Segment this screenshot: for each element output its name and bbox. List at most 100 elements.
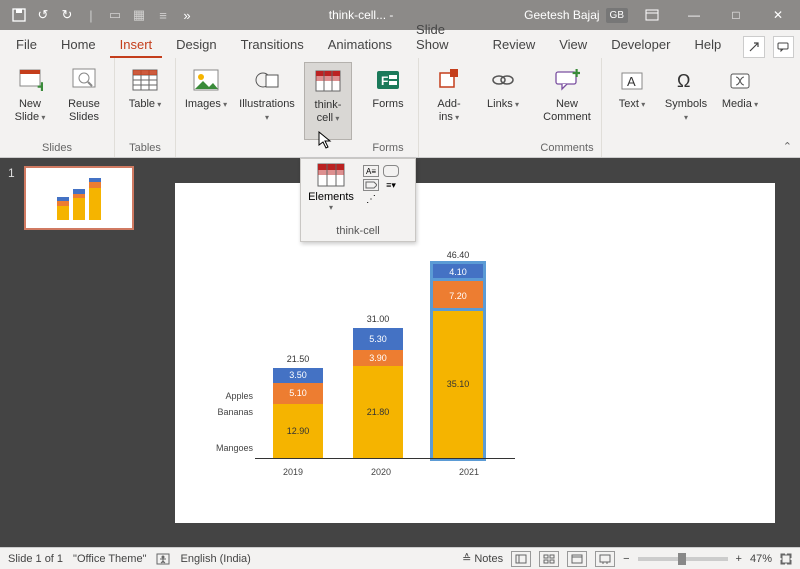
text-icon: A bbox=[616, 64, 648, 96]
cat-2021: 2021 bbox=[425, 467, 513, 477]
seg-2021-apple[interactable]: 4.10 bbox=[433, 264, 483, 281]
slide-editor[interactable]: Apples Bananas Mangoes 12.90 5.10 3.50 2… bbox=[150, 158, 800, 547]
table-label: Table bbox=[129, 98, 162, 111]
view-slideshow[interactable] bbox=[595, 551, 615, 567]
zoom-slider[interactable] bbox=[638, 557, 728, 561]
forms-button[interactable]: F Forms bbox=[364, 62, 412, 140]
new-comment-label: New Comment bbox=[543, 98, 591, 123]
svg-text:✚: ✚ bbox=[37, 80, 43, 93]
qat-btn-1[interactable]: ▭ bbox=[104, 4, 126, 26]
user-badge[interactable]: GB bbox=[606, 8, 628, 23]
illustrations-label: Illustrations bbox=[238, 98, 296, 123]
thinkcell-panel-title: think-cell bbox=[336, 225, 379, 239]
table-button[interactable]: Table bbox=[121, 62, 169, 140]
svg-text:Ω: Ω bbox=[677, 71, 690, 91]
group-forms: F Forms Forms bbox=[358, 58, 419, 157]
qat-more[interactable]: » bbox=[176, 4, 198, 26]
total-2019: 21.50 bbox=[273, 354, 323, 364]
seg-2021-mango[interactable]: 35.10 bbox=[433, 311, 483, 458]
slide-canvas[interactable]: Apples Bananas Mangoes 12.90 5.10 3.50 2… bbox=[175, 183, 775, 523]
collapse-ribbon[interactable]: ⌃ bbox=[783, 140, 792, 153]
tab-animations[interactable]: Animations bbox=[318, 32, 402, 58]
undo-button[interactable]: ↺ bbox=[32, 4, 54, 26]
tab-transitions[interactable]: Transitions bbox=[231, 32, 314, 58]
bar-2020[interactable]: 21.80 3.90 5.30 31.00 bbox=[353, 328, 403, 458]
group-comments-label: Comments bbox=[540, 140, 593, 155]
group-illus: Images Illustrations think- cell bbox=[176, 58, 358, 157]
slide-thumbnail-1[interactable] bbox=[24, 166, 134, 230]
seg-2019-banana[interactable]: 5.10 bbox=[273, 383, 323, 404]
seg-2021-banana[interactable]: 7.20 bbox=[433, 281, 483, 311]
status-lang[interactable]: English (India) bbox=[180, 553, 250, 565]
svg-text:✚: ✚ bbox=[572, 69, 580, 80]
stacked-bar-chart[interactable]: Apples Bananas Mangoes 12.90 5.10 3.50 2… bbox=[225, 253, 515, 483]
tab-home[interactable]: Home bbox=[51, 32, 106, 58]
tab-help[interactable]: Help bbox=[684, 32, 731, 58]
view-normal[interactable] bbox=[511, 551, 531, 567]
new-comment-button[interactable]: ✚ New Comment bbox=[539, 62, 595, 140]
zoom-out[interactable]: − bbox=[623, 553, 629, 565]
addins-button[interactable]: Add- ins bbox=[425, 62, 473, 140]
illustrations-button[interactable]: Illustrations bbox=[236, 62, 298, 140]
symbols-button[interactable]: Ω Symbols bbox=[662, 62, 710, 140]
close-button[interactable]: ✕ bbox=[760, 0, 796, 30]
seg-2020-mango[interactable]: 21.80 bbox=[353, 366, 403, 458]
tc-rounded-rect-icon[interactable] bbox=[383, 165, 399, 177]
ribbon-display-options[interactable] bbox=[634, 0, 670, 30]
symbols-icon: Ω bbox=[670, 64, 702, 96]
thinkcell-label: think- cell bbox=[315, 99, 342, 124]
zoom-value[interactable]: 47% bbox=[750, 553, 772, 565]
new-slide-label: New Slide bbox=[15, 98, 46, 123]
tab-slideshow[interactable]: Slide Show bbox=[406, 17, 479, 58]
bar-2019[interactable]: 12.90 5.10 3.50 21.50 bbox=[273, 368, 323, 458]
media-button[interactable]: Media bbox=[716, 62, 764, 140]
maximize-button[interactable]: □ bbox=[718, 0, 754, 30]
tab-developer[interactable]: Developer bbox=[601, 32, 680, 58]
new-slide-button[interactable]: ✚ New Slide bbox=[6, 62, 54, 140]
illustrations-icon bbox=[251, 64, 283, 96]
reuse-slides-button[interactable]: Reuse Slides bbox=[60, 62, 108, 140]
status-slide: Slide 1 of 1 bbox=[8, 553, 63, 565]
tc-more-icon[interactable]: ⋰ bbox=[363, 193, 379, 205]
share-button[interactable] bbox=[743, 36, 764, 58]
zoom-in[interactable]: + bbox=[736, 553, 742, 565]
user-name[interactable]: Geetesh Bajaj bbox=[524, 8, 599, 22]
qat-btn-2[interactable]: ▦ bbox=[128, 4, 150, 26]
tc-pentagon-icon[interactable] bbox=[363, 179, 379, 191]
tab-review[interactable]: Review bbox=[483, 32, 546, 58]
links-button[interactable]: Links bbox=[479, 62, 527, 140]
tab-insert[interactable]: Insert bbox=[110, 32, 163, 58]
redo-button[interactable]: ↻ bbox=[56, 4, 78, 26]
seg-2019-apple[interactable]: 3.50 bbox=[273, 368, 323, 383]
series-label-bananas: Bananas bbox=[207, 407, 253, 417]
view-sorter[interactable] bbox=[539, 551, 559, 567]
tab-view[interactable]: View bbox=[549, 32, 597, 58]
qat-btn-3[interactable]: ≡ bbox=[152, 4, 174, 26]
thinkcell-button[interactable]: think- cell bbox=[304, 62, 352, 140]
tc-textbox-icon[interactable]: A≡ bbox=[363, 165, 379, 177]
tab-design[interactable]: Design bbox=[166, 32, 226, 58]
text-button[interactable]: A Text bbox=[608, 62, 656, 140]
bar-2021[interactable]: 35.10 7.20 4.10 46.40 bbox=[433, 264, 483, 458]
tc-bullets-icon[interactable]: ≡▾ bbox=[383, 179, 399, 191]
thumb-number: 1 bbox=[8, 166, 15, 180]
slide-thumbnail-pane[interactable]: 1 bbox=[0, 158, 150, 547]
thinkcell-elements-button[interactable]: Elements ▾ bbox=[305, 163, 357, 212]
qat-sep: | bbox=[80, 4, 102, 26]
comments-pane-button[interactable] bbox=[773, 36, 794, 58]
seg-2020-banana[interactable]: 3.90 bbox=[353, 350, 403, 366]
fit-to-window[interactable] bbox=[780, 553, 792, 565]
images-button[interactable]: Images bbox=[182, 62, 230, 140]
forms-icon: F bbox=[372, 64, 404, 96]
notes-button[interactable]: ≙ Notes bbox=[462, 552, 503, 565]
thinkcell-dropdown: Elements ▾ A≡ ≡▾ ⋰ think-cell bbox=[300, 158, 416, 242]
minimize-button[interactable]: ― bbox=[676, 0, 712, 30]
tab-file[interactable]: File bbox=[6, 32, 47, 58]
seg-2020-apple[interactable]: 5.30 bbox=[353, 328, 403, 350]
view-reading[interactable] bbox=[567, 551, 587, 567]
group-tables: Table Tables bbox=[115, 58, 176, 157]
accessibility-icon[interactable] bbox=[156, 553, 170, 565]
save-icon[interactable] bbox=[8, 4, 30, 26]
new-comment-icon: ✚ bbox=[551, 64, 583, 96]
seg-2019-mango[interactable]: 12.90 bbox=[273, 404, 323, 458]
